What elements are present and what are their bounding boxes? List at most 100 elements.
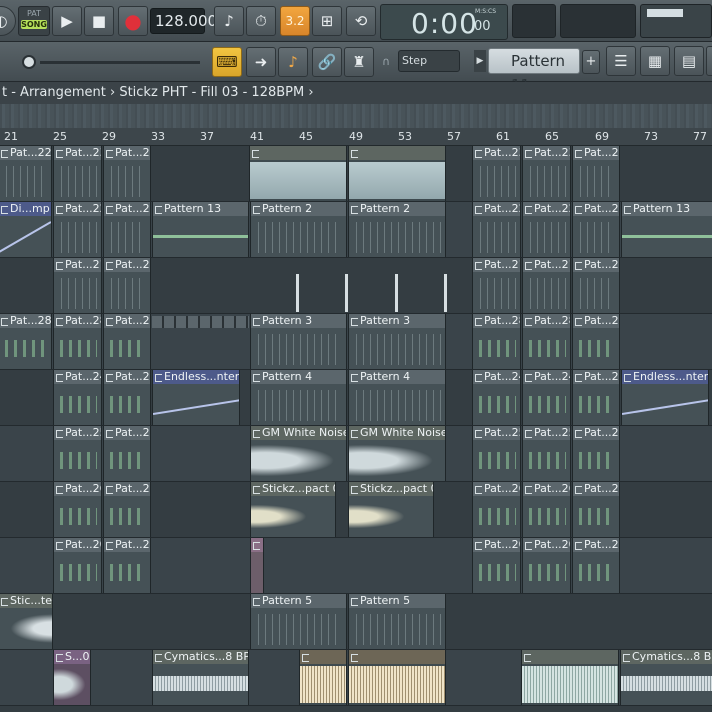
pattern-clip[interactable]: Pat...26 (572, 482, 620, 537)
pattern-clip[interactable]: Pat...24 (522, 370, 571, 425)
channel-rack-icon[interactable]: ▤ (674, 46, 704, 76)
menu-knob-icon[interactable]: ◐ (0, 6, 16, 36)
pattern-clip[interactable]: Pat...24 (53, 370, 102, 425)
audio-clip[interactable]: Stickz...pact 08 (250, 482, 336, 537)
automation-clip[interactable]: Endless...ntensit (152, 370, 240, 425)
automation-clip[interactable]: Di...mp (0, 202, 52, 257)
pattern-clip[interactable]: Pattern 4 (348, 370, 446, 425)
pattern-clip[interactable]: Pattern 3 (250, 314, 347, 369)
pattern-clip[interactable]: Pat...22 (53, 202, 102, 257)
metronome-icon[interactable]: ♪ (214, 6, 244, 36)
audio-clip[interactable] (249, 146, 347, 201)
volume-track[interactable] (40, 61, 200, 64)
mini-clips-row[interactable] (152, 316, 249, 328)
mixer-icon[interactable]: ▥ (706, 46, 712, 76)
pattern-clip[interactable]: Pat...21 (472, 258, 521, 313)
pattern-clip[interactable]: Pat...23 (472, 146, 521, 201)
play-button[interactable]: ▶ (52, 6, 82, 36)
automation-clip[interactable]: Endless...ntensit (621, 370, 709, 425)
pattern-clip[interactable]: Pattern 4 (250, 370, 347, 425)
pattern-clip[interactable]: Pat...28 (472, 314, 521, 369)
slide-icon[interactable]: ♪ (278, 47, 308, 77)
pattern-clip[interactable]: Pat...26 (53, 482, 102, 537)
pattern-clip[interactable]: Pat...20 (103, 538, 151, 593)
pattern-clip[interactable]: Pattern 2 (348, 202, 446, 257)
time-display[interactable]: 0:00 M:S:CS 00 (380, 4, 508, 40)
pattern-clip[interactable]: Pat...22 (0, 146, 52, 201)
pattern-clip[interactable]: Pat...22 (522, 202, 571, 257)
magnet-icon[interactable]: ∩ (382, 55, 390, 68)
audio-clip[interactable] (521, 650, 619, 705)
pattern-clip[interactable]: Pat...26 (522, 482, 571, 537)
breadcrumb-text[interactable]: t - Arrangement › Stickz PHT - Fill 03 -… (2, 85, 314, 100)
audio-clip[interactable] (250, 538, 264, 593)
audio-clip[interactable]: GM White Noise 3 (348, 426, 446, 481)
record-button[interactable]: ● (118, 6, 148, 36)
stop-button[interactable]: ■ (84, 6, 114, 36)
audio-clip[interactable]: S...06 (53, 650, 91, 705)
pattern-clip[interactable]: Pattern 13 (152, 202, 249, 257)
snap-icon[interactable]: 3.2 (280, 6, 310, 36)
pattern-clip[interactable]: Pat...20 (472, 538, 521, 593)
snap-select[interactable]: Step (398, 50, 460, 72)
tempo-display[interactable]: 128.000 (150, 8, 217, 34)
wait-for-input-icon[interactable]: ⏱ (246, 6, 276, 36)
pattern-clip[interactable]: Pat...28 (53, 314, 102, 369)
link-icon[interactable]: 🔗 (312, 47, 342, 77)
pattern-clip[interactable]: Pat...28 (0, 314, 52, 369)
pattern-clip[interactable]: Pat...24 (103, 370, 151, 425)
pattern-clip[interactable]: Pat...23 (53, 146, 102, 201)
pattern-clip[interactable]: Pat...22 (572, 202, 620, 257)
pattern-clip[interactable]: Pat...28 (572, 314, 620, 369)
playlist-overview[interactable] (0, 104, 712, 128)
audio-clip[interactable] (348, 650, 446, 705)
pattern-clip[interactable]: Pat...25 (572, 426, 620, 481)
timeline-ruler[interactable]: 21 25 29 33 37 41 45 49 53 57 61 65 69 7… (0, 128, 712, 146)
pattern-clip[interactable]: Pat...24 (472, 370, 521, 425)
pattern-clip[interactable]: Pat...25 (522, 426, 571, 481)
piano-roll-icon[interactable]: ▦ (640, 46, 670, 76)
pattern-clip[interactable]: Pat...22 (103, 202, 151, 257)
pattern-clip[interactable]: Pat...20 (53, 538, 102, 593)
pat-song-toggle[interactable]: PAT SONG (18, 6, 50, 36)
pattern-clip[interactable]: Pat...25 (53, 426, 102, 481)
pattern-clip[interactable]: Pat...21 (522, 258, 571, 313)
keyboard-typing-icon[interactable]: ⌨ (212, 47, 242, 77)
pattern-clip[interactable]: Pattern 5 (250, 594, 347, 649)
loop-record-icon[interactable]: ⟲ (346, 6, 376, 36)
pattern-clip[interactable]: Pat...25 (103, 426, 151, 481)
pattern-clip[interactable]: Pat...22 (472, 202, 521, 257)
pattern-clip[interactable]: Pat...26 (103, 482, 151, 537)
pattern-clip[interactable]: Pattern 2 (250, 202, 347, 257)
add-pattern-button[interactable]: + (582, 50, 600, 74)
audio-clip[interactable]: Cymatics...8 BPM D (620, 650, 712, 705)
arrow-right-icon[interactable]: ➜ (246, 47, 276, 77)
pattern-clip[interactable]: Pat...28 (103, 314, 151, 369)
pattern-clip[interactable]: Pat...23 (572, 146, 620, 201)
pattern-clip[interactable]: Pat...23 (522, 146, 571, 201)
blend-notes-icon[interactable]: ⊞ (312, 6, 342, 36)
pattern-clip[interactable]: Pat...25 (472, 426, 521, 481)
pattern-clip[interactable]: Pat...21 (572, 258, 620, 313)
stamp-icon[interactable]: ♜ (344, 47, 374, 77)
pattern-clip[interactable]: Pat...24 (572, 370, 620, 425)
pattern-clip[interactable]: Pattern 3 (348, 314, 446, 369)
pattern-clip[interactable]: Pattern 5 (348, 594, 446, 649)
audio-clip[interactable]: Cymatics...8 BPM D (152, 650, 249, 705)
pattern-prev-arrow-icon[interactable]: ▶ (474, 50, 486, 72)
pattern-clip[interactable]: Pat...21 (53, 258, 102, 313)
pattern-clip[interactable]: Pat...21 (103, 258, 151, 313)
pattern-clip[interactable]: Pat...26 (472, 482, 521, 537)
audio-clip[interactable] (348, 146, 446, 201)
audio-clip[interactable] (299, 650, 347, 705)
pattern-clip[interactable]: Pat...20 (572, 538, 620, 593)
pattern-clip[interactable]: Pat...28 (522, 314, 571, 369)
volume-knob-icon[interactable] (22, 55, 36, 69)
audio-clip[interactable]: GM White Noise 3 (250, 426, 347, 481)
playlist-icon[interactable]: ☰ (606, 46, 636, 76)
audio-clip[interactable]: Stickz...pact 08 (348, 482, 434, 537)
audio-clip[interactable]: Stic...ter 05 (0, 594, 53, 649)
pattern-clip[interactable]: Pat...23 (103, 146, 151, 201)
playlist-tracks[interactable]: Pat...22 Pat...23 Pat...23 Pat...23 Pat.… (0, 146, 712, 712)
pattern-clip[interactable]: Pattern 13 (621, 202, 712, 257)
